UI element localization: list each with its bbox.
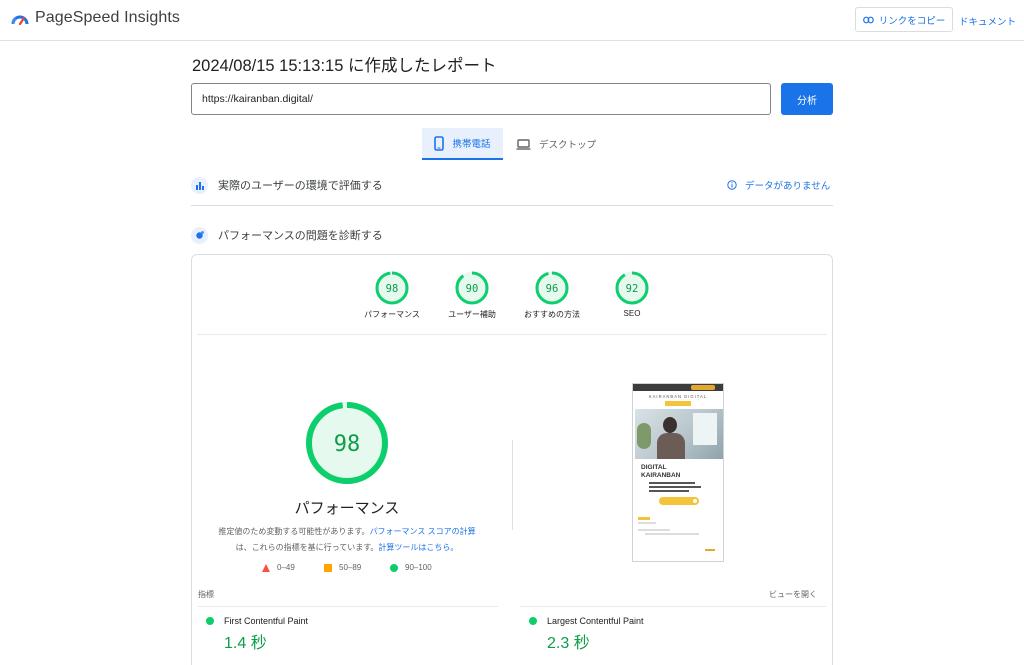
screenshot-more-link bbox=[705, 549, 715, 551]
square-icon bbox=[324, 563, 332, 572]
score-label: SEO bbox=[623, 309, 641, 318]
metric-fcp-name: First Contentful Paint bbox=[224, 616, 309, 626]
copy-link-label: リンクをコピー bbox=[878, 15, 946, 27]
score-label: パフォーマンス bbox=[364, 310, 420, 319]
screenshot-photo bbox=[635, 409, 723, 459]
legend-fail-range: 0–49 bbox=[277, 563, 295, 572]
legend-average: 50–89 bbox=[324, 563, 361, 572]
calculator-link[interactable]: 計算ツールはこちら。 bbox=[378, 543, 458, 552]
performance-big-gauge: 98 bbox=[306, 402, 388, 484]
screenshot-cta bbox=[659, 497, 699, 505]
score-value: 90 bbox=[466, 283, 479, 295]
analyze-button[interactable]: 分析 bbox=[781, 83, 833, 115]
desc-text: 推定値のため変動する可能性があります。 bbox=[218, 527, 370, 536]
score-label: ユーザー補助 bbox=[448, 310, 496, 319]
smartphone-icon bbox=[434, 135, 445, 151]
tab-mobile-label: 携帯電話 bbox=[452, 139, 491, 150]
expand-view-link[interactable]: ビューを開く bbox=[769, 589, 817, 600]
link-icon bbox=[862, 16, 874, 23]
lab-data-section: パフォーマンスの問題を診断する bbox=[191, 225, 833, 245]
lighthouse-report-card: 98 パフォーマンス 90 ユーザー補助 96 おすすめの方法 92 SEO 9… bbox=[191, 254, 833, 665]
pass-dot-icon bbox=[206, 617, 214, 625]
screenshot-heading-2: KAIRANBAN bbox=[641, 472, 681, 479]
metric-divider bbox=[520, 606, 826, 607]
score-calc-link[interactable]: パフォーマンス スコアの計算 bbox=[370, 527, 476, 536]
gauge-ring: 90 bbox=[455, 271, 489, 305]
section-divider bbox=[191, 205, 833, 206]
top-bar: PageSpeed Insights リンクをコピー ドキュメント bbox=[0, 0, 1024, 41]
url-input[interactable] bbox=[191, 83, 771, 115]
screenshot-accent bbox=[665, 401, 691, 406]
pass-dot-icon bbox=[529, 617, 537, 625]
tab-mobile[interactable]: 携帯電話 bbox=[422, 128, 503, 160]
score-value: 98 bbox=[386, 283, 399, 295]
legend-average-range: 50–89 bbox=[339, 563, 362, 572]
score-value: 92 bbox=[626, 283, 639, 295]
score-gauge-performance[interactable]: 98 パフォーマンス bbox=[352, 271, 432, 320]
screenshot-top-bar bbox=[633, 384, 723, 391]
metric-divider bbox=[198, 606, 498, 607]
screenshot-heading-1: DIGITAL bbox=[641, 464, 667, 471]
docs-link[interactable]: ドキュメント bbox=[959, 14, 1016, 28]
score-value: 96 bbox=[546, 283, 559, 295]
logo[interactable]: PageSpeed Insights bbox=[11, 9, 180, 27]
metric-lcp: Largest Contentful Paint bbox=[529, 616, 644, 626]
performance-score-value: 98 bbox=[334, 432, 361, 457]
score-gauge-seo[interactable]: 92 SEO bbox=[592, 271, 672, 318]
tab-desktop[interactable]: デスクトップ bbox=[513, 128, 599, 160]
screenshot-subtext-lines bbox=[649, 482, 723, 492]
legend-fail: 0–49 bbox=[262, 563, 295, 572]
gauge-ring: 98 bbox=[375, 271, 409, 305]
performance-title: パフォーマンス bbox=[294, 500, 400, 517]
legend-pass-range: 90–100 bbox=[405, 563, 432, 572]
gauge-ring: 96 bbox=[535, 271, 569, 305]
lab-data-title: パフォーマンスの問題を診断する bbox=[218, 230, 383, 242]
gauge-ring: 92 bbox=[615, 271, 649, 305]
copy-link-button[interactable]: リンクをコピー bbox=[855, 7, 953, 32]
final-screenshot[interactable]: KAIRANBAN DIGITAL DIGITAL KAIRANBAN bbox=[632, 383, 724, 562]
metric-fcp-value: 1.4 秒 bbox=[224, 635, 267, 652]
screenshot-brand: KAIRANBAN DIGITAL bbox=[648, 394, 708, 399]
circle-icon bbox=[390, 563, 398, 572]
triangle-icon bbox=[262, 563, 270, 572]
info-icon bbox=[727, 180, 737, 190]
logo-text: PageSpeed Insights bbox=[35, 9, 181, 26]
screenshot-tag bbox=[638, 517, 650, 520]
score-legend: 0–49 50–89 90–100 bbox=[262, 563, 462, 577]
users-chart-icon bbox=[191, 176, 208, 194]
metric-lcp-value: 2.3 秒 bbox=[547, 635, 590, 652]
legend-pass: 90–100 bbox=[390, 563, 432, 572]
tab-desktop-label: デスクトップ bbox=[538, 140, 596, 151]
field-data-title: 実際のユーザーの環境で評価する bbox=[218, 180, 383, 192]
no-data-label: データがありません bbox=[745, 181, 831, 192]
desc-text: は、これらの指標を基に行っています。 bbox=[235, 543, 379, 552]
no-data-notice[interactable]: データがありません bbox=[727, 178, 830, 192]
lab-flask-icon bbox=[191, 226, 208, 244]
screenshot-heading: DIGITAL KAIRANBAN bbox=[641, 464, 723, 480]
score-label: おすすめの方法 bbox=[524, 310, 580, 319]
score-gauge-best-practices[interactable]: 96 おすすめの方法 bbox=[512, 271, 592, 320]
vertical-divider bbox=[512, 440, 513, 530]
metric-lcp-name: Largest Contentful Paint bbox=[547, 616, 644, 626]
laptop-icon bbox=[516, 138, 531, 150]
score-gauge-accessibility[interactable]: 90 ユーザー補助 bbox=[432, 271, 512, 320]
pagespeed-logo-icon bbox=[11, 15, 29, 25]
page-title: 2024/08/15 15:13:15 に作成したレポート bbox=[192, 57, 497, 75]
performance-description: 推定値のため変動する可能性があります。パフォーマンス スコアの計算 は、これらの… bbox=[212, 524, 482, 556]
metrics-heading: 指標 bbox=[198, 590, 214, 599]
card-divider bbox=[197, 334, 827, 335]
metric-fcp: First Contentful Paint bbox=[206, 616, 308, 626]
